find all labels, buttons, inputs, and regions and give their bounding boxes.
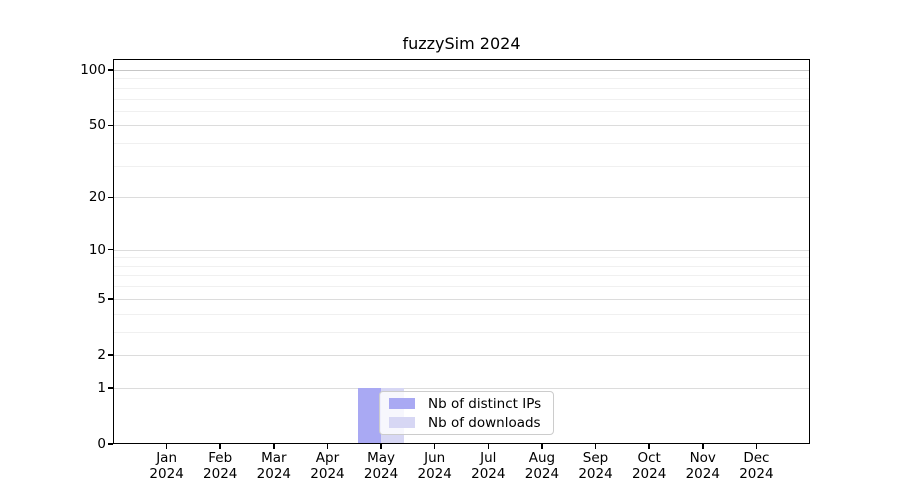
x-axis-tick (648, 444, 650, 449)
y-tick-label: 1 (62, 381, 106, 395)
gridline-major (113, 388, 810, 389)
gridline-minor (113, 111, 810, 112)
y-tick-label: 100 (62, 63, 106, 77)
y-axis-tick (108, 298, 113, 300)
gridline-major (113, 70, 810, 71)
x-axis-tick (380, 444, 382, 449)
figure: fuzzySim 2024 Nb of distinct IPs Nb of d… (0, 0, 900, 500)
gridline-minor (113, 88, 810, 89)
y-axis-tick (108, 387, 113, 389)
legend-item-distinct-ips: Nb of distinct IPs (380, 394, 553, 413)
y-axis-tick (108, 125, 113, 127)
x-axis-tick (702, 444, 704, 449)
gridline-minor (113, 99, 810, 100)
y-axis-tick (108, 354, 113, 356)
y-axis-tick (108, 69, 113, 71)
x-axis-tick (273, 444, 275, 449)
bar-distinct-ips (358, 388, 381, 444)
y-tick-label: 0 (62, 437, 106, 451)
legend: Nb of distinct IPs Nb of downloads (379, 391, 554, 435)
gridline-minor (113, 166, 810, 167)
gridline-minor (113, 143, 810, 144)
y-tick-label: 5 (62, 292, 106, 306)
plot-area: Nb of distinct IPs Nb of downloads (113, 59, 810, 444)
x-axis-tick (434, 444, 436, 449)
gridline-major (113, 299, 810, 300)
y-axis-tick (108, 197, 113, 199)
x-axis-tick (488, 444, 490, 449)
x-tick-month: Dec (724, 450, 788, 466)
gridline-minor (113, 78, 810, 79)
gridline-minor (113, 332, 810, 333)
gridline-minor (113, 266, 810, 267)
legend-label-distinct-ips: Nb of distinct IPs (428, 396, 541, 412)
y-axis-tick (108, 443, 113, 445)
x-tick-year: 2024 (724, 466, 788, 482)
x-axis-tick (595, 444, 597, 449)
x-axis-tick (166, 444, 168, 449)
x-axis-tick (219, 444, 221, 449)
y-tick-label: 2 (62, 348, 106, 362)
legend-swatch-distinct-ips-icon (389, 398, 415, 409)
y-tick-label: 10 (62, 243, 106, 257)
x-axis-tick (327, 444, 329, 449)
y-tick-label: 20 (62, 190, 106, 204)
legend-swatch-downloads-icon (389, 417, 415, 428)
gridline-minor (113, 286, 810, 287)
legend-item-downloads: Nb of downloads (380, 413, 553, 432)
y-axis-tick (108, 249, 113, 251)
chart-title: fuzzySim 2024 (113, 34, 810, 54)
gridline-major (113, 197, 810, 198)
gridline-major (113, 250, 810, 251)
x-axis-tick (756, 444, 758, 449)
gridline-major (113, 355, 810, 356)
legend-label-downloads: Nb of downloads (428, 415, 541, 431)
plot-frame (113, 59, 810, 444)
y-tick-label: 50 (62, 118, 106, 132)
gridline-major (113, 125, 810, 126)
x-tick-label: Dec2024 (724, 450, 788, 482)
gridline-minor (113, 257, 810, 258)
gridline-minor (113, 314, 810, 315)
gridline-minor (113, 275, 810, 276)
x-axis-tick (541, 444, 543, 449)
